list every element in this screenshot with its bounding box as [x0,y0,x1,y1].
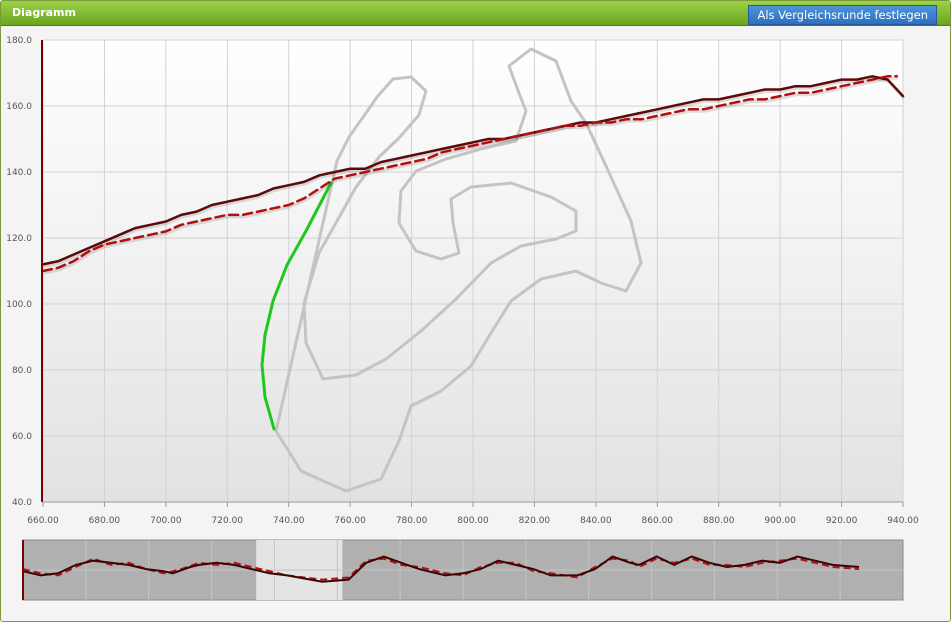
diagram-panel: Diagramm Als Vergleichsrunde festlegen 4… [0,0,951,622]
x-tick-label: 700.00 [150,516,182,526]
x-tick-label: 920.00 [826,516,858,526]
y-tick-label: 60.0 [12,432,32,442]
x-tick-label: 900.00 [764,516,796,526]
y-tick-label: 40.0 [12,498,32,508]
x-tick-label: 780.00 [396,516,428,526]
y-tick-label: 160.0 [6,102,32,112]
y-tick-label: 80.0 [12,366,32,376]
speed-chart: 40.0 60.0 80.0 100.0 120.0 140.0 160.0 180.0 66… [6,36,919,601]
x-axis-tick-labels: 660.00 680.00 700.00 720.00 740.00 760.00 780.… [27,516,919,526]
x-tick-label: 840.00 [580,516,612,526]
set-comparison-lap-button[interactable]: Als Vergleichsrunde festlegen [748,5,937,25]
y-tick-label: 100.0 [6,300,32,310]
x-tick-label: 860.00 [642,516,674,526]
panel-header: Diagramm Als Vergleichsrunde festlegen [1,1,950,26]
overview-navigator[interactable] [22,539,904,601]
x-tick-label: 940.00 [887,516,919,526]
x-tick-label: 740.00 [273,516,305,526]
x-tick-label: 660.00 [27,516,59,526]
y-tick-label: 180.0 [6,36,32,46]
x-tick-label: 800.00 [457,516,489,526]
x-tick-label: 820.00 [519,516,551,526]
x-tick-label: 720.00 [212,516,244,526]
panel-title: Diagramm [12,6,76,19]
x-tick-label: 680.00 [89,516,121,526]
y-tick-label: 140.0 [6,168,32,178]
y-tick-label: 120.0 [6,234,32,244]
x-tick-label: 760.00 [334,516,366,526]
x-tick-label: 880.00 [703,516,735,526]
y-axis-tick-labels: 40.0 60.0 80.0 100.0 120.0 140.0 160.0 180.0 [6,36,32,508]
